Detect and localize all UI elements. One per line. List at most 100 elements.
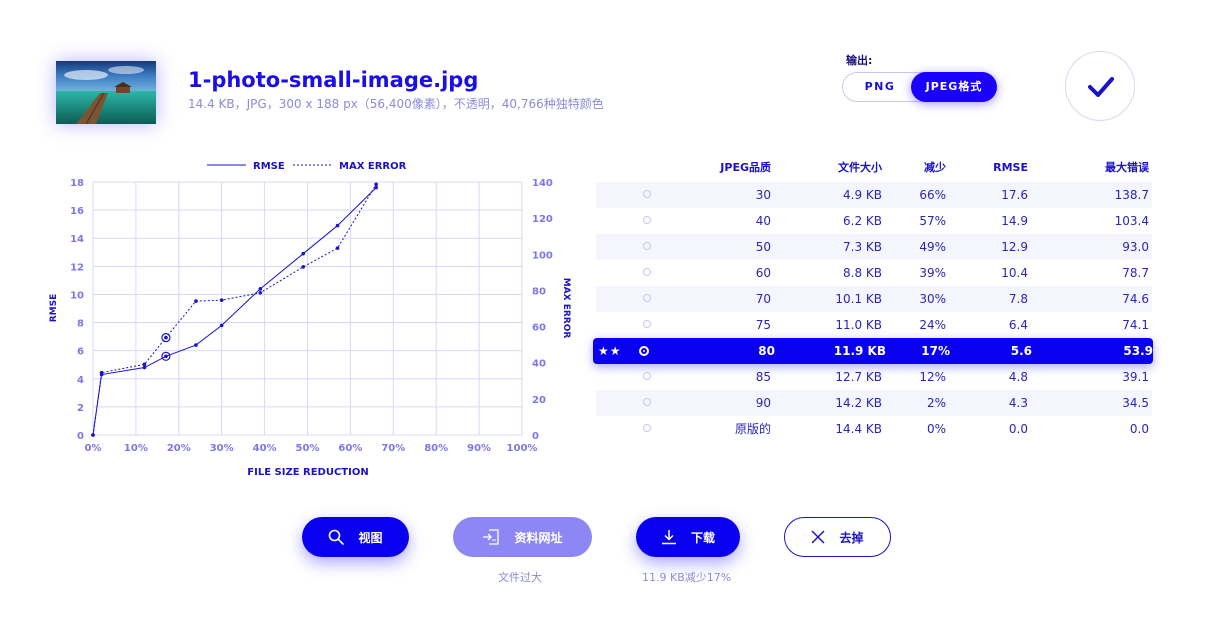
- cell-file-size: 10.1 KB: [835, 292, 882, 306]
- y2-tick-label: 0: [532, 431, 539, 442]
- cell-reduction: 39%: [919, 266, 946, 280]
- cell-max-error: 103.4: [1114, 214, 1149, 228]
- link-button[interactable]: 资料网址: [453, 517, 592, 557]
- format-option-png[interactable]: PNG: [843, 73, 917, 101]
- x-tick-label: 50%: [296, 443, 320, 454]
- table-header: JPEG品质 文件大小 减少 RMSE 最大错误: [596, 154, 1152, 182]
- rmse-point: [219, 323, 224, 328]
- x-tick-label: 90%: [467, 443, 491, 454]
- cell-reduction: 66%: [919, 188, 946, 202]
- cell-max-error: 34.5: [1122, 396, 1149, 410]
- cell-file-size: 8.8 KB: [843, 266, 882, 280]
- cell-file-size: 11.9 KB: [833, 344, 886, 358]
- rmse-point: [142, 365, 147, 370]
- max-error-point: [301, 265, 306, 269]
- cell-file-size: 7.3 KB: [843, 240, 882, 254]
- max-error-point: [99, 370, 104, 375]
- view-button[interactable]: 视图: [302, 517, 409, 557]
- cell-file-size: 11.0 KB: [835, 318, 882, 332]
- radio-icon[interactable]: [643, 424, 651, 432]
- download-button[interactable]: 下载: [636, 517, 740, 557]
- max-error-point: [258, 290, 263, 295]
- cell-rmse: 0.0: [1008, 422, 1028, 436]
- max-error-point: [91, 433, 95, 437]
- cell-quality: 50: [755, 240, 771, 254]
- max-error-point: [164, 335, 168, 340]
- table-row[interactable]: 90 14.2 KB 2% 4.3 34.5: [596, 390, 1152, 416]
- view-button-label: 视图: [358, 530, 383, 545]
- cell-max-error: 0.0: [1129, 422, 1149, 436]
- cell-quality: 原版的: [734, 422, 771, 436]
- cell-rmse: 10.4: [1001, 266, 1028, 280]
- cell-quality: 80: [758, 344, 775, 358]
- cell-rmse: 12.9: [1001, 240, 1028, 254]
- confirm-button[interactable]: [1065, 51, 1135, 121]
- x-tick-label: 100%: [507, 443, 538, 454]
- rmse-point: [258, 287, 263, 291]
- y-tick-label: 10: [70, 290, 84, 301]
- table-row[interactable]: 原版的 14.4 KB 0% 0.0 0.0: [596, 416, 1152, 442]
- radio-icon[interactable]: [643, 372, 651, 380]
- radio-icon[interactable]: [643, 398, 651, 406]
- x-tick-label: 60%: [338, 443, 362, 454]
- table-row[interactable]: 75 11.0 KB 24% 6.4 74.1: [596, 312, 1152, 338]
- cell-quality: 85: [755, 370, 771, 384]
- cell-file-size: 4.9 KB: [843, 188, 882, 202]
- y2-tick-label: 40: [532, 359, 546, 370]
- file-name: 1-photo-small-image.jpg: [188, 68, 479, 92]
- table-row-selected[interactable]: ★★ 80 11.9 KB 17% 5.6 53.9: [593, 338, 1153, 364]
- table-row[interactable]: 70 10.1 KB 30% 7.8 74.6: [596, 286, 1152, 312]
- cell-reduction: 2%: [926, 396, 946, 410]
- cell-rmse: 14.9: [1001, 214, 1028, 228]
- cell-reduction: 17%: [921, 344, 950, 358]
- legend-label-max-error: MAX ERROR: [339, 161, 407, 172]
- cell-reduction: 0%: [926, 422, 946, 436]
- cell-max-error: 53.9: [1123, 344, 1153, 358]
- format-option-jpeg[interactable]: JPEG格式: [911, 72, 997, 102]
- radio-icon[interactable]: [639, 346, 649, 356]
- download-icon: [661, 530, 676, 545]
- table-row[interactable]: 60 8.8 KB 39% 10.4 78.7: [596, 260, 1152, 286]
- legend-label-rmse: RMSE: [253, 161, 285, 172]
- radio-icon[interactable]: [643, 216, 651, 224]
- header-max-error: 最大错误: [1105, 161, 1149, 174]
- radio-icon[interactable]: [643, 242, 651, 250]
- cell-reduction: 49%: [919, 240, 946, 254]
- header-file-size: 文件大小: [838, 161, 882, 174]
- max-error-point: [142, 362, 147, 367]
- cell-quality: 90: [755, 396, 771, 410]
- y2-tick-label: 120: [532, 214, 553, 225]
- remove-button-label: 去掉: [839, 530, 864, 545]
- rmse-point: [164, 354, 168, 359]
- table-row[interactable]: 40 6.2 KB 57% 14.9 103.4: [596, 208, 1152, 234]
- remove-button[interactable]: 去掉: [784, 517, 891, 557]
- rmse-point: [374, 185, 378, 190]
- radio-icon[interactable]: [643, 294, 651, 302]
- x-tick-label: 0%: [85, 443, 102, 454]
- header-reduction: 减少: [924, 161, 946, 174]
- cell-rmse: 6.4: [1008, 318, 1028, 332]
- table-row[interactable]: 50 7.3 KB 49% 12.9 93.0: [596, 234, 1152, 260]
- cell-file-size: 14.4 KB: [835, 422, 882, 436]
- radio-icon[interactable]: [643, 320, 651, 328]
- y-tick-label: 16: [70, 206, 84, 217]
- cell-quality: 70: [755, 292, 771, 306]
- link-note: 文件过大: [498, 571, 542, 584]
- radio-icon[interactable]: [643, 268, 651, 276]
- cell-reduction: 24%: [919, 318, 946, 332]
- cell-quality: 30: [755, 188, 771, 202]
- table-row[interactable]: 30 4.9 KB 66% 17.6 138.7: [596, 182, 1152, 208]
- check-icon: [1088, 77, 1114, 97]
- x-tick-label: 30%: [210, 443, 234, 454]
- cell-reduction: 30%: [919, 292, 946, 306]
- cell-reduction: 57%: [919, 214, 946, 228]
- table-row[interactable]: 85 12.7 KB 12% 4.8 39.1: [596, 364, 1152, 390]
- y2-tick-label: 140: [532, 178, 553, 189]
- x-tick-label: 40%: [253, 443, 277, 454]
- x-tick-label: 10%: [124, 443, 148, 454]
- cell-quality: 60: [755, 266, 771, 280]
- search-icon: [329, 529, 345, 545]
- radio-icon[interactable]: [643, 190, 651, 198]
- quality-table: JPEG品质 文件大小 减少 RMSE 最大错误 30 4.9 KB 66% 1…: [593, 154, 1153, 442]
- max-error-point: [219, 298, 224, 302]
